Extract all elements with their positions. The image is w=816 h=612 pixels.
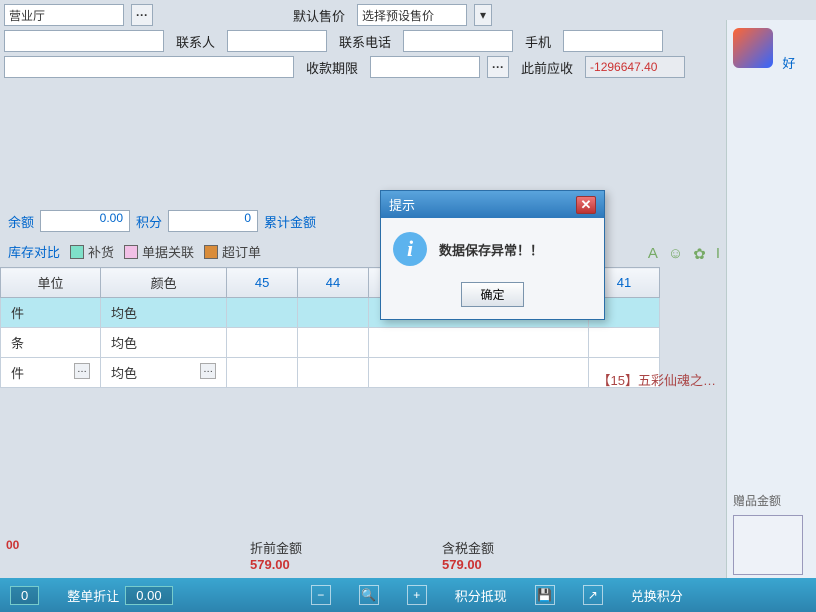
close-icon[interactable]: ✕ — [576, 196, 596, 214]
mobile-input[interactable] — [563, 30, 663, 52]
branch-picker[interactable]: ··· — [131, 4, 153, 26]
dialog-title: 提示 — [389, 195, 415, 214]
app-logo-icon — [733, 28, 773, 68]
legend-over-order: 超订单 — [204, 242, 261, 261]
default-price-label: 默认售价 — [289, 6, 349, 25]
due-date-input[interactable] — [370, 56, 480, 78]
advert-text: 【15】五彩仙魂之… — [598, 370, 716, 389]
totals-footer: 折前金额 579.00 含税金额 579.00 — [0, 538, 816, 572]
tax-included-value: 579.00 — [442, 557, 494, 572]
col-color[interactable]: 颜色 — [101, 268, 227, 298]
unknown-field-1[interactable] — [4, 30, 164, 52]
flower-icon[interactable]: ✿ — [693, 245, 706, 263]
points-deduct-label[interactable]: 积分抵现 — [455, 586, 507, 605]
accum-label: 累计金额 — [264, 212, 316, 231]
unknown-field-2[interactable] — [4, 56, 294, 78]
gift-label: 赠品金额 — [733, 492, 810, 509]
pre-discount-value: 579.00 — [250, 557, 302, 572]
col-unit[interactable]: 单位 — [1, 268, 101, 298]
due-date-picker[interactable]: ··· — [487, 56, 509, 78]
default-price-select[interactable]: 选择预设售价 — [357, 4, 467, 26]
contact-input[interactable] — [227, 30, 327, 52]
info-icon: i — [393, 232, 427, 266]
stock-compare-link[interactable]: 库存对比 — [8, 242, 60, 261]
dropdown-icon[interactable]: ▾ — [474, 4, 492, 26]
phone-label: 联系电话 — [335, 32, 395, 51]
col-44[interactable]: 44 — [298, 268, 369, 298]
pre-discount-label: 折前金额 — [250, 538, 302, 557]
col-45[interactable]: 45 — [227, 268, 298, 298]
bottom-toolbar: 0 整单折让0.00 − 🔍 + 积分抵现 💾 ↗ 兑换积分 — [0, 578, 816, 612]
search-icon[interactable]: 🔍 — [359, 585, 379, 605]
italic-icon[interactable]: I — [716, 245, 720, 263]
cell-picker[interactable]: … — [200, 363, 216, 379]
alert-dialog: 提示 ✕ i 数据保存异常！！ 确定 — [380, 190, 605, 320]
order-discount-label[interactable]: 整单折让0.00 — [67, 586, 172, 605]
legend-doc-link: 单据关联 — [124, 242, 194, 261]
contact-label: 联系人 — [172, 32, 219, 51]
save-icon[interactable]: 💾 — [535, 585, 555, 605]
balance-label: 余额 — [8, 212, 34, 231]
table-row[interactable]: 件… 均色… — [1, 358, 660, 388]
points-label: 积分 — [136, 212, 162, 231]
phone-input[interactable] — [403, 30, 513, 52]
prev-receivable-value: -1296647.40 — [585, 56, 685, 78]
legend-replenish: 补货 — [70, 242, 114, 261]
friend-link[interactable]: 好 — [782, 56, 795, 71]
cell-picker[interactable]: … — [74, 363, 90, 379]
tax-included-label: 含税金额 — [442, 538, 494, 557]
right-panel: 好 赠品金额 — [726, 20, 816, 580]
mobile-label: 手机 — [521, 32, 555, 51]
ok-button[interactable]: 确定 — [461, 282, 523, 307]
bar-zero: 0 — [10, 586, 39, 605]
exchange-points-label[interactable]: 兑换积分 — [631, 586, 683, 605]
points-value: 0 — [168, 210, 258, 232]
due-date-label: 收款期限 — [302, 58, 362, 77]
form-area: 营业厅 ··· 默认售价 选择预设售价 ▾ 联系人 联系电话 手机 收款期限 ·… — [0, 0, 816, 86]
branch-field[interactable]: 营业厅 — [4, 4, 124, 26]
export-icon[interactable]: ↗ — [583, 585, 603, 605]
prev-receivable-label: 此前应收 — [517, 58, 577, 77]
zoom-out-icon[interactable]: − — [311, 585, 331, 605]
zoom-in-icon[interactable]: + — [407, 585, 427, 605]
balance-value: 0.00 — [40, 210, 130, 232]
emoji-icon[interactable]: ☺ — [668, 245, 683, 263]
dialog-message: 数据保存异常！！ — [439, 240, 543, 259]
font-a-icon[interactable]: A — [648, 245, 658, 263]
table-row[interactable]: 条均色 — [1, 328, 660, 358]
text-tools: A ☺ ✿ I — [648, 245, 720, 263]
